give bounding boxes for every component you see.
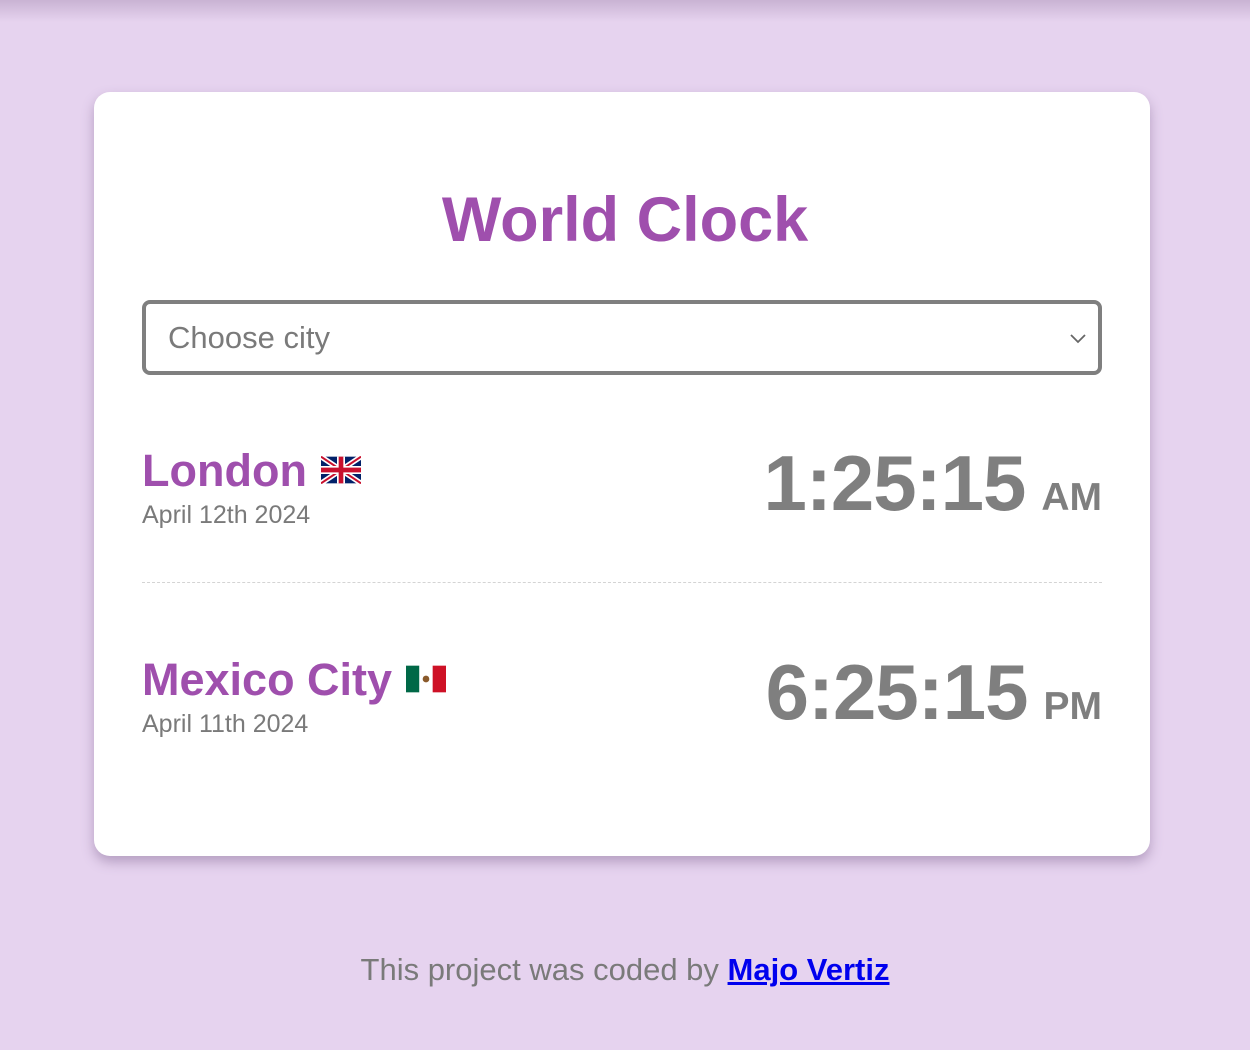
time-ampm: PM [1043, 685, 1103, 728]
time-ampm: AM [1041, 476, 1102, 519]
city-row-mexico-city: Mexico City April 11th 2024 6:25:15 PM [142, 648, 1102, 773]
city-time: 6:25:15 PM [766, 647, 1102, 737]
time-value: 1:25:15 [763, 439, 1026, 527]
uk-flag-icon [320, 456, 361, 485]
window-top-shadow [0, 0, 1250, 22]
city-name-label: London [142, 445, 307, 496]
mexico-flag-icon [406, 665, 447, 693]
city-date: April 12th 2024 [142, 501, 311, 529]
city-row-london: London April 12th 2024 1:25:15 AM [142, 439, 1102, 564]
city-select[interactable]: Choose city [142, 300, 1102, 375]
footer-text: This project was coded by [360, 952, 719, 987]
city-select-value: Choose city [168, 320, 330, 355]
time-value: 6:25:15 [765, 648, 1029, 736]
page-title: World Clock [441, 185, 809, 255]
city-time: 1:25:15 AM [763, 438, 1102, 528]
footer: This project was coded by Majo Vertiz [0, 950, 1250, 990]
city-divider [142, 582, 1102, 583]
city-name: London [142, 444, 361, 498]
city-name: Mexico City [142, 653, 447, 707]
chevron-down-icon [1070, 334, 1086, 344]
city-name-label: Mexico City [142, 654, 393, 705]
city-date: April 11th 2024 [142, 710, 309, 738]
author-link[interactable]: Majo Vertiz [728, 952, 890, 987]
